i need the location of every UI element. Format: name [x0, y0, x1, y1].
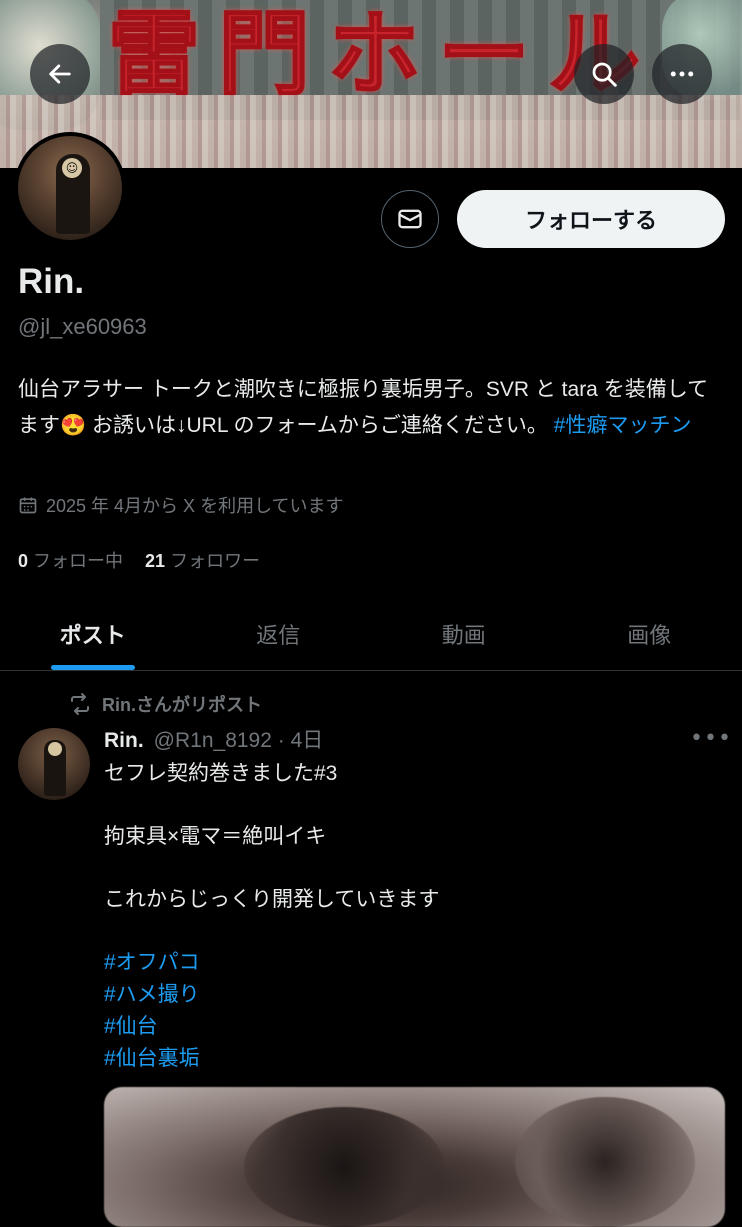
- post-hashtag[interactable]: #仙台: [104, 1011, 724, 1043]
- tab-posts-label: ポスト: [60, 618, 126, 650]
- bio-hashtag-link[interactable]: #性癖マッチン: [554, 414, 692, 437]
- tab-videos[interactable]: 動画: [371, 598, 557, 670]
- tab-replies-label: 返信: [256, 618, 300, 650]
- tab-images-label: 画像: [627, 618, 671, 650]
- message-button[interactable]: [381, 190, 439, 248]
- post-media-image[interactable]: [104, 1087, 725, 1227]
- back-button[interactable]: [30, 44, 90, 104]
- post-author-avatar[interactable]: [18, 728, 90, 800]
- arrow-left-icon: [46, 60, 74, 88]
- follow-button[interactable]: フォローする: [457, 190, 725, 248]
- active-tab-indicator: [51, 665, 135, 670]
- post-author-name[interactable]: Rin.: [104, 729, 144, 753]
- followers-count: 21: [145, 551, 165, 571]
- tab-posts[interactable]: ポスト: [0, 598, 186, 670]
- banner-neon-sign: 雷門ホール: [108, 4, 658, 104]
- post-more-button[interactable]: •••: [690, 726, 732, 751]
- following-count: 0: [18, 551, 28, 571]
- following-link[interactable]: 0 フォロー中: [18, 547, 123, 573]
- avatar-image: ☺: [18, 136, 122, 240]
- tab-images[interactable]: 画像: [557, 598, 742, 670]
- post-hashtag[interactable]: #ハメ撮り: [104, 979, 724, 1011]
- post-handle-time[interactable]: @R1n_8192 · 4日: [154, 724, 324, 754]
- profile-tabs: ポスト 返信 動画 画像: [0, 598, 742, 671]
- envelope-icon: [396, 205, 424, 233]
- post-line-2: 拘束具×電マ＝絶叫イキ: [104, 821, 724, 853]
- calendar-icon: [18, 495, 38, 515]
- follow-stats: 0 フォロー中 21 フォロワー: [18, 547, 260, 573]
- post-line-1: セフレ契約巻きました#3: [104, 758, 724, 790]
- following-label: フォロー中: [33, 551, 123, 571]
- bio-text-2: お誘いは↓URL のフォームからご連絡ください。: [86, 414, 554, 437]
- tab-videos-label: 動画: [442, 618, 486, 650]
- repost-label[interactable]: Rin.さんがリポスト: [102, 691, 262, 717]
- search-button[interactable]: [574, 44, 634, 104]
- post-hashtag[interactable]: #オフパコ: [104, 947, 724, 979]
- join-date-text: 2025 年 4月から X を利用しています: [46, 492, 344, 518]
- post-hashtag[interactable]: #仙台裏垢: [104, 1043, 724, 1075]
- followers-link[interactable]: 21 フォロワー: [145, 547, 260, 573]
- followers-label: フォロワー: [170, 551, 260, 571]
- profile-bio: 仙台アラサー トークと潮吹きに極振り裏垢男子。SVR と tara を装備してま…: [18, 372, 718, 444]
- bio-emoji: 😍: [60, 414, 86, 437]
- profile-avatar[interactable]: ☺: [14, 132, 126, 244]
- search-icon: [589, 59, 619, 89]
- repost-indicator: Rin.さんがリポスト: [68, 691, 262, 717]
- profile-handle: @jl_xe60963: [18, 314, 147, 340]
- post-line-3: これからじっくり開発していきます: [104, 884, 724, 916]
- tab-replies[interactable]: 返信: [186, 598, 372, 670]
- profile-name: Rin.: [18, 262, 84, 302]
- post-body: セフレ契約巻きました#3 拘束具×電マ＝絶叫イキ これからじっくり開発していきま…: [104, 758, 724, 1075]
- more-horizontal-icon: [667, 59, 697, 89]
- join-date: 2025 年 4月から X を利用しています: [18, 492, 344, 518]
- more-options-button[interactable]: [652, 44, 712, 104]
- repost-icon: [68, 692, 92, 716]
- post-header: Rin. @R1n_8192 · 4日: [104, 724, 323, 754]
